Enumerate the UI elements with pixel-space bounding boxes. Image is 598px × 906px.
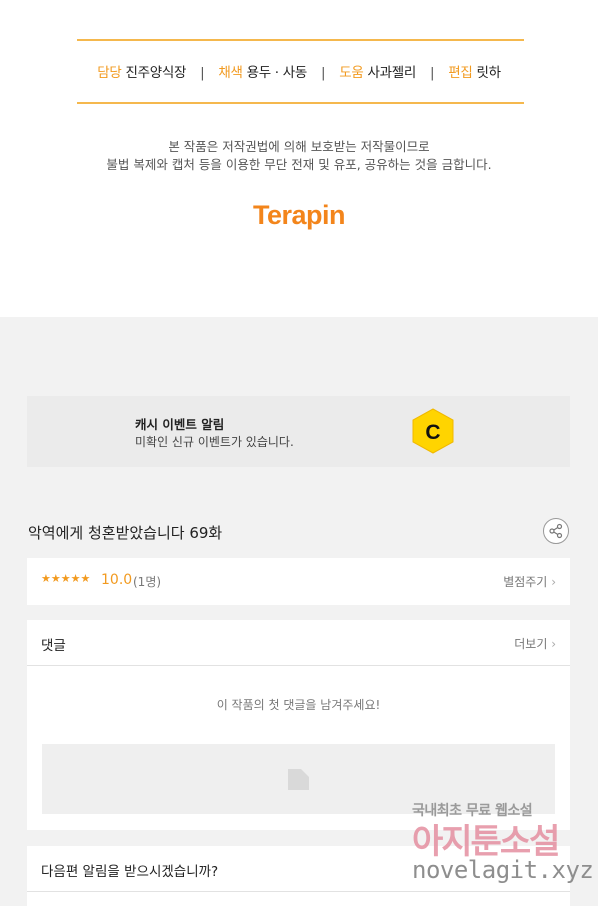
copyright-notice: 본 작품은 저작권법에 의해 보호받는 저작물이므로 불법 복제와 캡처 등을 … <box>0 138 598 174</box>
credit-separator: | <box>321 65 326 81</box>
comments-more-label: 더보기 <box>514 637 548 651</box>
credit-role: 채색 <box>218 65 243 81</box>
rate-button[interactable]: 별점주기 › <box>503 573 556 590</box>
credit-role: 편집 <box>448 65 473 81</box>
watermark-url: novelagit.xyz <box>412 856 594 884</box>
share-icon <box>549 523 563 539</box>
rating-bar: ★★★★★ 10.0 (1명) 별점주기 › <box>27 558 570 605</box>
episode-title: 악역에게 청혼받았습니다 69화 <box>28 524 223 542</box>
credits-section: 담당 진주양식장 | 채색 용두 · 사동 | 도움 사과젤리 | 편집 릿하 … <box>0 0 598 317</box>
notify-question: 다음편 알림을 받으시겠습니까? <box>41 864 219 880</box>
comments-empty-message: 이 작품의 첫 댓글을 남겨주세요! <box>216 698 381 712</box>
comments-header: 댓글 더보기 › <box>27 620 570 666</box>
cash-event-title: 캐시 이벤트 알림 <box>135 417 225 432</box>
credit-name: 릿하 <box>476 65 502 81</box>
credit-role: 담당 <box>97 65 122 81</box>
credits-row: 담당 진주양식장 | 채색 용두 · 사동 | 도움 사과젤리 | 편집 릿하 <box>0 61 598 81</box>
terapin-logo: Terapin <box>252 200 346 230</box>
cash-event-description: 미확인 신규 이벤트가 있습니다. <box>135 435 294 449</box>
rating-count: (1명) <box>133 575 162 589</box>
watermark: 국내최초 무료 웹소설 아지툰소설 novelagit.xyz <box>410 800 594 895</box>
cash-event-banner[interactable]: 캐시 이벤트 알림 미확인 신규 이벤트가 있습니다. C <box>27 396 570 467</box>
copyright-line: 본 작품은 저작권법에 의해 보호받는 저작물이므로 <box>168 139 430 154</box>
comment-image-icon <box>288 769 309 790</box>
cash-coin-letter: C <box>425 421 440 444</box>
credits-bottom-divider <box>77 102 524 104</box>
rating-stars: ★★★★★ <box>41 572 91 585</box>
comments-section: 댓글 더보기 › 이 작품의 첫 댓글을 남겨주세요! <box>27 620 570 830</box>
rating-score: 10.0 <box>101 572 133 588</box>
credit-separator: | <box>200 65 205 81</box>
credit-name: 사과젤리 <box>367 65 417 81</box>
chevron-right-icon: › <box>551 637 556 651</box>
credits-top-divider <box>77 39 524 41</box>
rate-button-label: 별점주기 <box>503 575 548 589</box>
credit-name: 진주양식장 <box>125 65 187 81</box>
cash-coin-icon: C <box>412 408 454 454</box>
credit-separator: | <box>430 65 435 81</box>
comments-more-button[interactable]: 더보기 › <box>514 635 556 652</box>
share-button[interactable] <box>543 518 569 544</box>
copyright-line: 불법 복제와 캡처 등을 이용한 무단 전재 및 유포, 공유하는 것을 금합니… <box>106 157 492 172</box>
chevron-right-icon: › <box>551 575 556 589</box>
credit-name: 용두 · 사동 <box>246 65 308 81</box>
comments-title: 댓글 <box>41 638 66 654</box>
credit-role: 도움 <box>339 65 364 81</box>
